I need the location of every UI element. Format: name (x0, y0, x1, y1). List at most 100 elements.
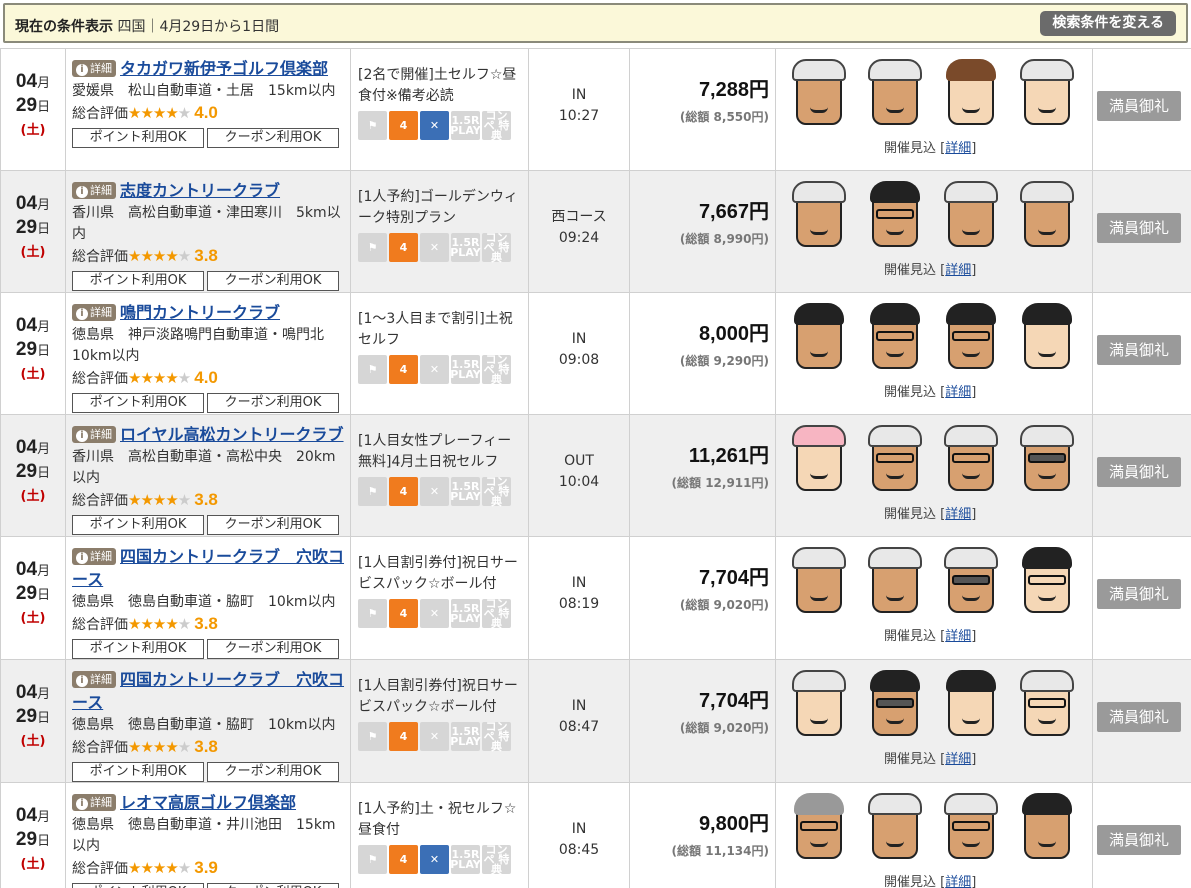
condition-bar: 現在の条件表示 四国｜4月29日から1日間 検索条件を変える (3, 3, 1188, 43)
caddie-icon: ⚑ (358, 599, 387, 628)
day-unit: 日 (37, 344, 51, 359)
outlook-detail-link[interactable]: 詳細 (945, 629, 971, 644)
cart-icon: 4 (389, 599, 418, 628)
price-value: 9,800 (698, 813, 749, 835)
course-name-link[interactable]: 志度カントリークラブ (120, 181, 280, 200)
tee-time-cell: 西コース 09:24 (528, 170, 630, 293)
action-cell: 満員御礼 (1092, 48, 1191, 171)
price-total: (総額 9,290円) (679, 354, 769, 368)
course-name-link[interactable]: タカガワ新伊予ゴルフ倶楽部 (120, 59, 328, 78)
golfer-avatar-icon (866, 57, 924, 131)
rating-stars-icon: ★★★★★ (128, 247, 191, 265)
point-ok-badge: ポイント利用OK (72, 393, 204, 413)
course-location: 愛媛県 松山自動車道・土居 15km以内 (72, 83, 336, 99)
point-ok-badge: ポイント利用OK (72, 762, 204, 782)
tee-time-cell: IN 08:47 (528, 659, 630, 783)
outlook-detail-link[interactable]: 詳細 (945, 385, 971, 400)
yen-unit: 円 (749, 813, 769, 835)
day-unit: 日 (37, 588, 51, 603)
outlook-detail-link[interactable]: 詳細 (945, 141, 971, 156)
course-cell: i 詳細 レオマ高原ゴルフ倶楽部 徳島県 徳島自動車道・井川池田 15km以内 総合… (65, 782, 351, 888)
fully-booked-button[interactable]: 満員御礼 (1097, 825, 1181, 855)
fully-booked-button[interactable]: 満員御礼 (1097, 335, 1181, 365)
golfer-avatar-icon (790, 179, 848, 253)
detail-label: 詳細 (90, 62, 112, 75)
month-unit: 月 (37, 76, 51, 91)
cart-icon: 4 (389, 233, 418, 262)
1.5R-play-icon: 1.5R PLAY (450, 233, 481, 262)
result-row: 04月 29日 (土) i 詳細 レオマ高原ゴルフ倶楽部 徳島県 徳島自動車道・井川… (0, 782, 1191, 888)
info-icon: i (76, 675, 88, 687)
golfer-avatar-icon (790, 301, 848, 375)
condition-summary: 現在の条件表示 四国｜4月29日から1日間 (15, 16, 279, 36)
golfer-avatar-icon (790, 57, 848, 131)
fully-booked-button[interactable]: 満員御礼 (1097, 91, 1181, 121)
cart-icon: 4 (389, 722, 418, 751)
detail-button[interactable]: i 詳細 (72, 426, 116, 443)
1.5R-play-icon: 1.5R PLAY (450, 845, 481, 874)
fully-booked-button[interactable]: 満員御礼 (1097, 213, 1181, 243)
outlook-detail-link[interactable]: 詳細 (945, 875, 971, 888)
result-row: 04月 29日 (土) i 詳細 志度カントリークラブ 香川県 高松自動車道・津田寒… (0, 170, 1191, 293)
start-course: IN (571, 821, 587, 837)
date-cell: 04月 29日 (土) (0, 48, 66, 171)
rating-label: 総合評価 (72, 493, 128, 509)
price-total: (総額 11,134円) (671, 844, 769, 858)
result-row: 04月 29日 (土) i 詳細 ロイヤル高松カントリークラブ 香川県 高松自動車道… (0, 414, 1191, 537)
info-icon: i (76, 430, 88, 442)
action-cell: 満員御礼 (1092, 536, 1191, 660)
detail-button[interactable]: i 詳細 (72, 548, 116, 565)
outlook-label: 開催見込 (884, 875, 937, 888)
compe-icon: コンペ 特典 (482, 842, 511, 876)
date-cell: 04月 29日 (土) (0, 414, 66, 537)
detail-button[interactable]: i 詳細 (72, 794, 116, 811)
detail-button[interactable]: i 詳細 (72, 182, 116, 199)
point-ok-badge: ポイント利用OK (72, 639, 204, 659)
price-value: 11,261 (688, 445, 749, 467)
yen-unit: 円 (749, 445, 769, 467)
golfer-avatar-icon (866, 301, 924, 375)
golfer-avatar-icon (942, 179, 1000, 253)
rating-stars-icon: ★★★★★ (128, 104, 191, 122)
coupon-ok-badge: クーポン利用OK (207, 883, 339, 888)
outlook-label: 開催見込 (884, 629, 937, 644)
outlook-detail-link[interactable]: 詳細 (945, 263, 971, 278)
detail-label: 詳細 (90, 796, 112, 809)
change-search-button[interactable]: 検索条件を変える (1040, 11, 1176, 36)
detail-button[interactable]: i 詳細 (72, 304, 116, 321)
fully-booked-button[interactable]: 満員御礼 (1097, 702, 1181, 732)
caddie-icon: ⚑ (358, 355, 387, 384)
plan-name: [1人目女性プレーフィー無料]4月土日祝セルフ (358, 433, 512, 470)
outlook-label: 開催見込 (884, 263, 937, 278)
action-cell: 満員御礼 (1092, 292, 1191, 415)
info-icon: i (76, 552, 88, 564)
plan-name: [1人予約]土・祝セルフ☆昼食付 (358, 801, 517, 838)
golfer-avatar-icon (866, 423, 924, 497)
compe-icon: コンペ 特典 (482, 230, 511, 264)
course-name-link[interactable]: ロイヤル高松カントリークラブ (120, 425, 344, 444)
plan-name: [1人目割引券付]祝日サービスパック☆ボール付 (358, 555, 518, 592)
outlook-detail-link[interactable]: 詳細 (945, 507, 971, 522)
detail-button[interactable]: i 詳細 (72, 60, 116, 77)
month: 04 (15, 437, 38, 458)
coupon-ok-badge: クーポン利用OK (207, 515, 339, 535)
outlook-detail-link[interactable]: 詳細 (945, 752, 971, 767)
fully-booked-button[interactable]: 満員御礼 (1097, 579, 1181, 609)
fully-booked-button[interactable]: 満員御礼 (1097, 457, 1181, 487)
start-course: OUT (564, 453, 594, 469)
golfer-avatar-icon (942, 545, 1000, 619)
plan-cell: [1人目割引券付]祝日サービスパック☆ボール付 ⚑ 4 ✕ 1.5R PLAY … (350, 659, 529, 783)
rating-score: 3.8 (194, 246, 218, 265)
caddie-icon: ⚑ (358, 233, 387, 262)
players-cell: 開催見込 [詳細] (775, 170, 1093, 293)
1.5R-play-icon: 1.5R PLAY (450, 477, 481, 506)
price-value: 7,704 (698, 690, 749, 712)
rating-stars-icon: ★★★★★ (128, 738, 191, 756)
golfer-avatar-icon (866, 791, 924, 865)
detail-button[interactable]: i 詳細 (72, 671, 116, 688)
compe-icon: コンペ 特典 (482, 474, 511, 508)
course-name-link[interactable]: 鳴門カントリークラブ (120, 303, 280, 322)
course-location: 徳島県 神戸淡路鳴門自動車道・鳴門北 10km以内 (72, 327, 324, 364)
course-location: 香川県 高松自動車道・津田寒川 5km以内 (72, 205, 341, 242)
course-name-link[interactable]: レオマ高原ゴルフ倶楽部 (120, 793, 296, 812)
